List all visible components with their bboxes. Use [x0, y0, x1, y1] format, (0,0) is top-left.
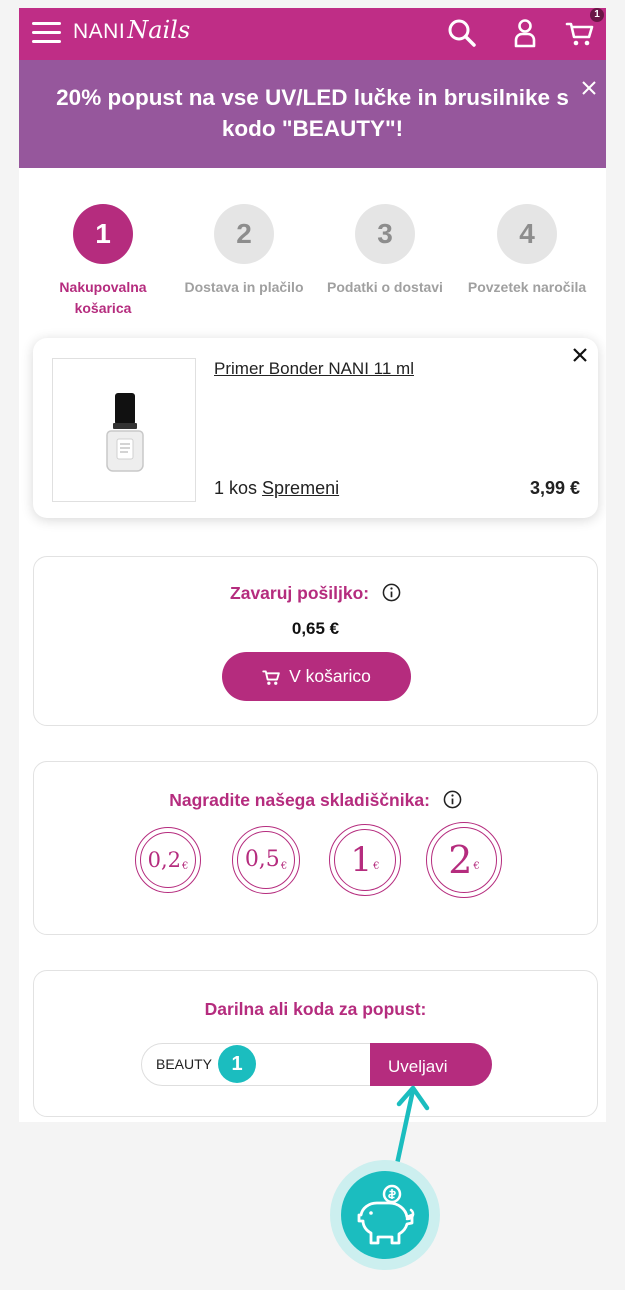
tip-card: Nagradite našega skladiščnika: 0,2 € 0,5…: [33, 761, 598, 935]
coin-face: 0,5 €: [237, 831, 295, 889]
step-number: 1: [73, 204, 133, 264]
tip-title-text: Nagradite našega skladiščnika:: [169, 790, 430, 810]
insurance-card: Zavaruj pošiljko: 0,65 € V košarico: [33, 556, 598, 726]
logo-text-script: Nails: [127, 16, 191, 44]
coin-currency: €: [280, 860, 288, 872]
coin-face: 2 €: [431, 827, 497, 893]
checkout-step-cart[interactable]: 1 Nakupovalna košarica: [33, 204, 173, 319]
tip-coin-1[interactable]: 1 €: [329, 824, 401, 896]
discount-title: Darilna ali koda za popust:: [204, 999, 427, 1019]
logo[interactable]: NANI Nails: [73, 16, 190, 52]
step-label: Povzetek naročila: [467, 279, 587, 295]
close-icon[interactable]: [581, 80, 597, 96]
promo-banner: 20% popust na vse UV/LED lučke in brusil…: [19, 60, 606, 168]
cart-icon[interactable]: [565, 17, 597, 49]
step-label: Podatki o dostavi: [327, 279, 443, 295]
product-quantity: 1 kos Spremeni: [214, 478, 339, 499]
promo-text: 20% popust na vse UV/LED lučke in brusil…: [56, 85, 569, 141]
product-image[interactable]: [52, 358, 196, 502]
coin-currency: €: [182, 860, 189, 872]
logo-text-main: NANI: [73, 20, 126, 43]
coin-face: 1 €: [334, 829, 396, 891]
coin-face: 0,2 €: [140, 832, 196, 888]
product-name-link[interactable]: Primer Bonder NANI 11 ml: [214, 359, 414, 379]
coin-currency: €: [373, 860, 380, 872]
step-number: 2: [214, 204, 274, 264]
apply-code-button[interactable]: Uveljavi: [370, 1043, 492, 1086]
piggy-bank-icon: [341, 1171, 429, 1259]
cart-icon: [262, 669, 280, 685]
coin-currency: €: [473, 860, 480, 872]
user-icon[interactable]: [509, 17, 541, 49]
tip-coin-2[interactable]: 2 €: [426, 822, 502, 898]
insurance-title: Zavaruj pošiljko:: [34, 583, 597, 604]
quantity-text: 1 kos: [214, 478, 258, 498]
search-icon[interactable]: [446, 17, 478, 49]
tip-coin-0-5[interactable]: 0,5 €: [232, 826, 300, 894]
cart-item-card: Primer Bonder NANI 11 ml 1 kos Spremeni …: [33, 338, 598, 518]
add-insurance-label: V košarico: [289, 666, 371, 686]
tip-coin-0-2[interactable]: 0,2 €: [135, 827, 201, 893]
change-quantity-link[interactable]: Spremeni: [262, 478, 339, 498]
step-number: 3: [355, 204, 415, 264]
coin-value: 2: [448, 838, 473, 882]
info-icon[interactable]: [382, 583, 401, 602]
insurance-title-text: Zavaruj pošiljko:: [230, 583, 370, 603]
tip-title: Nagradite našega skladiščnika:: [34, 790, 597, 811]
step-number: 4: [497, 204, 557, 264]
discount-code-value: BEAUTY: [156, 1056, 213, 1072]
add-insurance-button[interactable]: V košarico: [222, 652, 411, 701]
top-bar: NANI Nails 1: [19, 8, 606, 60]
piggy-bank-svg: [357, 1184, 415, 1245]
checkout-step-details[interactable]: 3 Podatki o dostavi: [315, 204, 455, 298]
checkout-step-summary[interactable]: 4 Povzetek naročila: [457, 204, 597, 298]
insurance-price: 0,65 €: [291, 619, 340, 638]
checkout-step-delivery[interactable]: 2 Dostava in plačilo: [174, 204, 314, 298]
piggy-bank-hint[interactable]: [330, 1160, 440, 1270]
menu-icon[interactable]: [32, 22, 61, 44]
cart-count-badge: 1: [590, 8, 604, 22]
info-icon[interactable]: [443, 790, 462, 809]
step-label: Nakupovalna košarica: [59, 279, 147, 316]
nail-polish-bottle-image: [106, 393, 144, 472]
remove-item-icon[interactable]: [572, 347, 588, 363]
product-price: 3,99 €: [529, 478, 580, 498]
step-marker-badge: 1: [218, 1045, 256, 1083]
coin-value: 0,2: [147, 847, 182, 872]
discount-card: Darilna ali koda za popust: BEAUTY 1 Uve…: [33, 970, 598, 1117]
page: NANI Nails 1 20% popust na vse UV/LED lu…: [19, 8, 606, 1122]
coin-value: 1: [350, 840, 373, 880]
step-label: Dostava in plačilo: [184, 279, 304, 295]
coin-value: 0,5: [244, 847, 280, 872]
